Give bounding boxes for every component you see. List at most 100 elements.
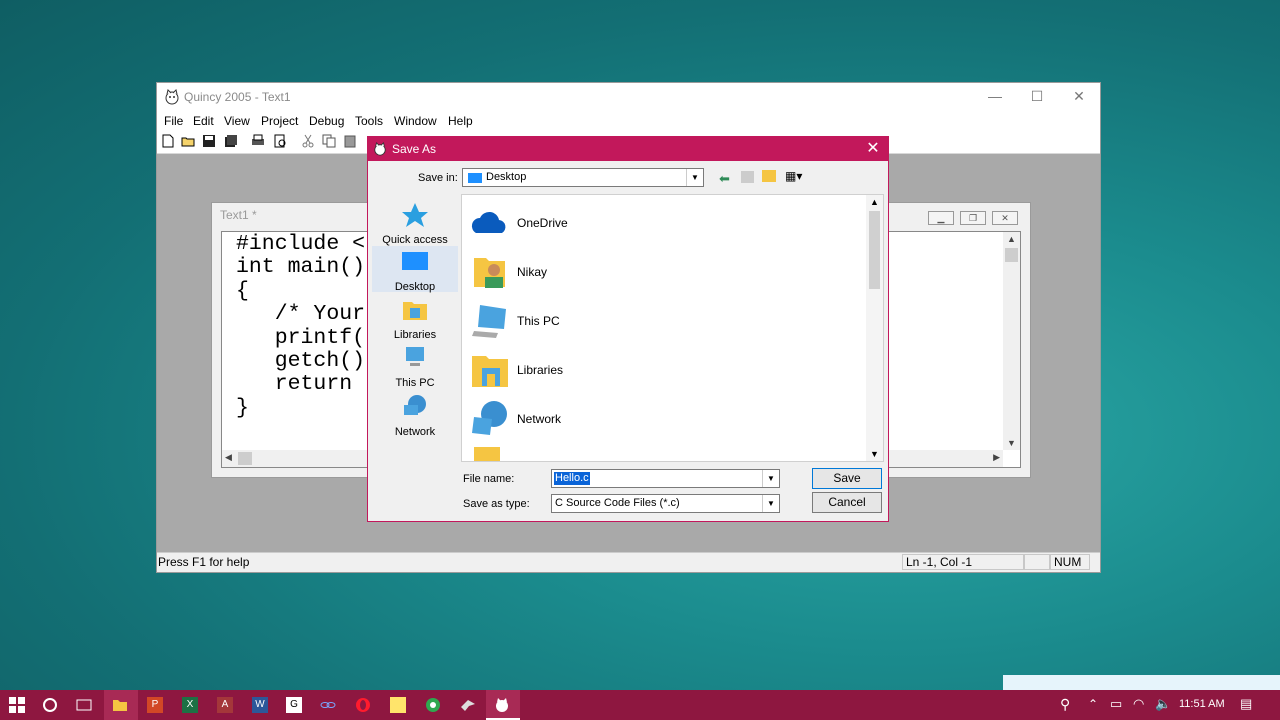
editor-vertical-scrollbar[interactable]: ▲ ▼	[1003, 232, 1020, 450]
scroll-left-icon[interactable]: ◀	[225, 452, 232, 463]
file-explorer-icon[interactable]	[112, 697, 128, 713]
hscroll-thumb[interactable]	[238, 452, 252, 465]
menu-view[interactable]: View	[224, 114, 250, 128]
paste-icon[interactable]	[343, 134, 357, 148]
cancel-button[interactable]: Cancel	[812, 492, 882, 513]
editor-window-title: Text1 *	[220, 208, 257, 222]
menu-debug[interactable]: Debug	[309, 114, 344, 128]
place-label: This PC	[395, 377, 435, 389]
notifications-icon[interactable]: ▤	[1240, 696, 1252, 712]
file-name-value[interactable]: Hello.c	[554, 472, 590, 485]
print-preview-icon[interactable]	[273, 134, 287, 148]
list-item-this-pc[interactable]: This PC	[470, 301, 770, 341]
partial-folder-icon[interactable]	[474, 447, 500, 461]
menu-edit[interactable]: Edit	[193, 114, 214, 128]
chevron-down-icon[interactable]: ▼	[762, 470, 779, 487]
status-num: NUM	[1050, 554, 1090, 570]
menu-tools[interactable]: Tools	[355, 114, 383, 128]
list-item-network[interactable]: Network	[470, 399, 770, 439]
task-view-icon[interactable]	[76, 697, 92, 713]
link-icon[interactable]	[320, 697, 336, 713]
scroll-thumb[interactable]	[1005, 248, 1018, 262]
save-all-icon[interactable]	[224, 134, 238, 148]
cortana-icon[interactable]	[42, 697, 58, 713]
list-item-user-folder[interactable]: Nikay	[470, 252, 770, 292]
chevron-down-icon[interactable]: ▼	[762, 495, 779, 512]
menu-window[interactable]: Window	[394, 114, 437, 128]
file-name: Nikay	[517, 265, 548, 279]
save-icon[interactable]	[202, 134, 216, 148]
close-icon[interactable]: ✕	[1058, 83, 1100, 111]
menu-help[interactable]: Help	[448, 114, 473, 128]
list-item-onedrive[interactable]: OneDrive	[470, 203, 770, 243]
star-icon	[402, 203, 428, 227]
desktop-icon	[402, 252, 428, 270]
code-line: int main()	[236, 255, 366, 280]
save-type-value: C Source Code Files (*.c)	[555, 497, 680, 509]
status-position: Ln -1, Col -1	[902, 554, 1024, 570]
opera-icon[interactable]	[355, 697, 371, 713]
child-minimize-icon[interactable]: ▁	[928, 211, 954, 225]
app-bird-icon[interactable]	[460, 697, 476, 713]
scroll-down-icon[interactable]: ▼	[870, 449, 879, 459]
people-icon[interactable]: ⚲	[1060, 696, 1070, 713]
menu-project[interactable]: Project	[261, 114, 298, 128]
save-type-dropdown[interactable]: C Source Code Files (*.c) ▼	[551, 494, 780, 513]
chevron-up-icon[interactable]: ⌃	[1088, 697, 1098, 711]
new-file-icon[interactable]	[161, 134, 175, 148]
print-icon[interactable]	[251, 134, 265, 148]
file-name: Libraries	[517, 363, 564, 377]
save-in-dropdown[interactable]: Desktop ▼	[462, 168, 704, 187]
excel-icon[interactable]: X	[182, 697, 198, 713]
child-close-icon[interactable]: ✕	[992, 211, 1018, 225]
code-line: /* Your	[236, 302, 366, 327]
powerpoint-icon[interactable]: P	[147, 697, 163, 713]
windows-start-icon[interactable]	[9, 697, 25, 713]
access-icon[interactable]: A	[217, 697, 233, 713]
minimize-icon[interactable]: —	[974, 83, 1016, 111]
dialog-close-icon[interactable]: ✕	[858, 137, 888, 161]
save-button[interactable]: Save	[812, 468, 882, 489]
list-item-libraries[interactable]: Libraries	[470, 350, 770, 390]
new-folder-icon[interactable]	[762, 170, 776, 182]
copy-icon[interactable]	[322, 134, 336, 148]
open-folder-icon[interactable]	[181, 134, 195, 148]
network-globe-icon	[404, 395, 426, 415]
back-arrow-icon[interactable]: ⬅	[719, 171, 730, 187]
clock-time[interactable]: 11:51 AM	[1179, 698, 1225, 710]
wifi-icon[interactable]: ◠	[1133, 696, 1144, 712]
file-list[interactable]: OneDrive Nikay This PC Libraries Network…	[461, 194, 884, 462]
camtasia-icon[interactable]	[425, 697, 441, 713]
code-text[interactable]: #include < int main() { /* Your printf( …	[236, 232, 366, 420]
menu-file[interactable]: File	[164, 114, 183, 128]
place-libraries[interactable]: Libraries	[372, 296, 458, 341]
place-quick-access[interactable]: Quick access	[372, 201, 458, 246]
scroll-up-icon[interactable]: ▲	[1007, 234, 1016, 244]
quincy-icon[interactable]	[494, 697, 510, 713]
user-folder-icon	[474, 258, 505, 288]
scroll-thumb[interactable]	[869, 211, 880, 289]
chevron-down-icon[interactable]: ▼	[686, 169, 703, 186]
app-g-icon[interactable]: G	[286, 697, 302, 713]
place-this-pc[interactable]: This PC	[372, 344, 458, 389]
place-network[interactable]: Network	[372, 393, 458, 438]
maximize-icon[interactable]: ☐	[1016, 83, 1058, 111]
code-line: {	[236, 278, 249, 303]
dialog-title-bar[interactable]: Save As ✕	[368, 137, 888, 161]
battery-icon[interactable]: ▭	[1110, 696, 1122, 712]
file-list-scrollbar[interactable]: ▲ ▼	[866, 195, 883, 461]
scroll-up-icon[interactable]: ▲	[870, 197, 879, 207]
up-folder-icon[interactable]	[741, 171, 754, 183]
title-bar[interactable]: Quincy 2005 - Text1 — ☐ ✕	[157, 83, 1100, 111]
volume-icon[interactable]: 🔈	[1155, 696, 1171, 712]
file-name-input[interactable]: Hello.c ▼	[551, 469, 780, 488]
sticky-notes-icon[interactable]	[390, 697, 406, 713]
child-restore-icon[interactable]: ❐	[960, 211, 986, 225]
cut-icon[interactable]	[301, 134, 315, 148]
scroll-right-icon[interactable]: ▶	[993, 452, 1000, 463]
view-menu-icon[interactable]: ▦▾	[785, 169, 802, 183]
scroll-down-icon[interactable]: ▼	[1007, 438, 1016, 448]
taskbar: P X A W G ⚲ ⌃ ▭ ◠ 🔈 11:51 AM ▤	[0, 690, 1280, 720]
word-icon[interactable]: W	[252, 697, 268, 713]
place-desktop[interactable]: Desktop	[372, 246, 458, 293]
